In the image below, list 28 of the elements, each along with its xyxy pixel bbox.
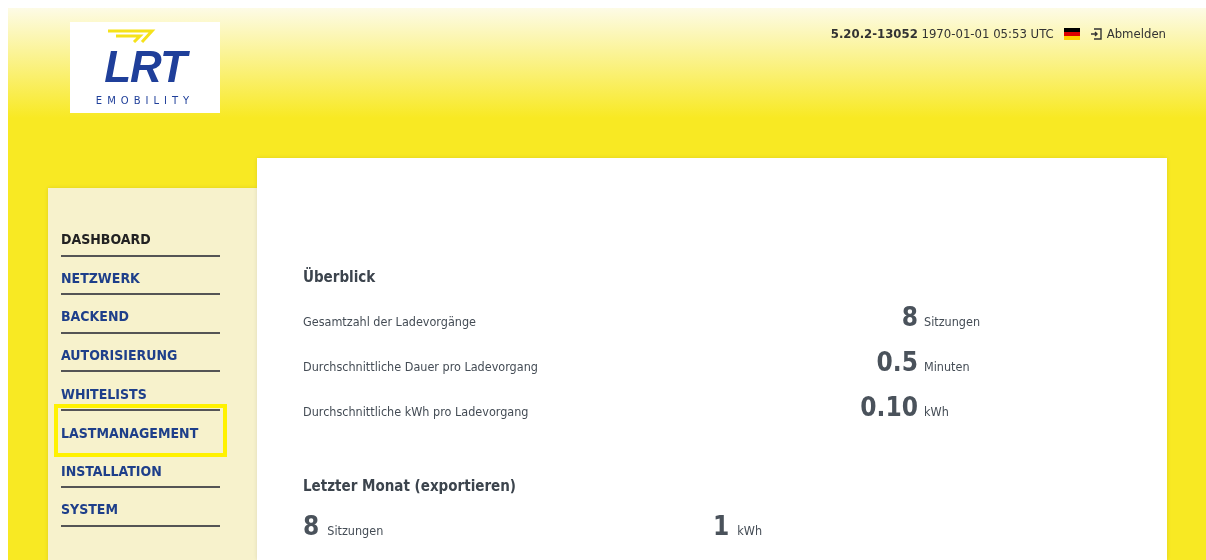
stat-value: 0.5 [876, 347, 918, 377]
stat-value: 8 [303, 511, 320, 541]
stat-value: 0.10 [860, 392, 918, 422]
stat-unit: Sitzungen [327, 523, 385, 538]
nav-item[interactable]: NETZWERK [61, 256, 220, 296]
stat-label: Durchschnittliche kWh pro Ladevorgang [303, 404, 530, 419]
datetime-text: 1970-01-01 05:53 UTC [921, 26, 1054, 41]
section-title: Überblick [303, 268, 377, 286]
flag-icon[interactable] [1063, 27, 1080, 40]
nav-item[interactable]: DASHBOARD [61, 218, 220, 257]
section-title: Letzter Monat (exportieren) [303, 477, 518, 495]
chevron-icon [106, 29, 157, 43]
stat-value: 1 [713, 511, 730, 541]
stat-value: 8 [901, 302, 918, 332]
logout-link[interactable]: Abmelden [1089, 26, 1166, 41]
stat-label: Gesamtzahl der Ladevorgänge [303, 314, 477, 329]
nav-item[interactable]: BACKEND [61, 295, 220, 334]
nav-item[interactable]: INSTALLATION [61, 449, 220, 489]
logo-tagline: EMOBILITY [95, 95, 195, 106]
stat-unit: kWh [737, 523, 764, 538]
logout-icon [1089, 27, 1102, 40]
stat-unit: Minuten [924, 359, 971, 374]
stat-unit: kWh [924, 404, 950, 419]
version-text: 5.20.2-13052 [830, 26, 918, 41]
stat-label: Durchschnittliche Dauer pro Ladevorgang [303, 359, 539, 374]
stat-unit: Sitzungen [924, 314, 982, 329]
nav-item[interactable]: SYSTEM [61, 488, 220, 527]
nav-item[interactable]: AUTORISIERUNG [61, 333, 220, 373]
